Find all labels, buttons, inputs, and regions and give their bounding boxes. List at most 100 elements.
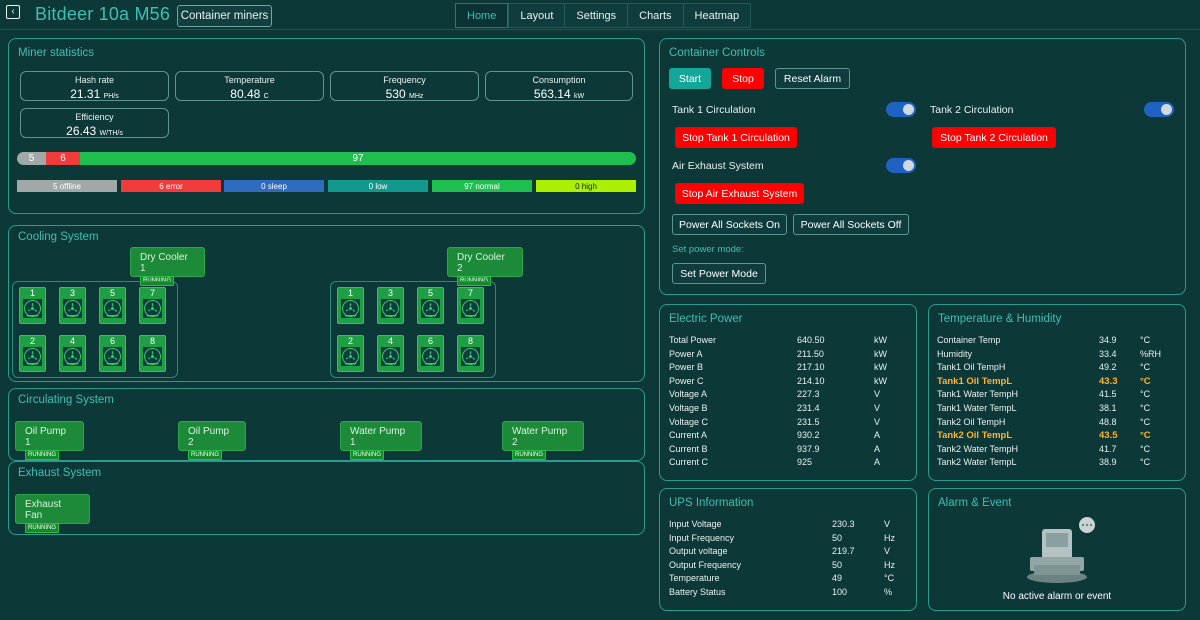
- exhaust-fan[interactable]: Exhaust Fan RUNNING: [15, 494, 90, 533]
- legend-sleep: 0 sleep: [224, 180, 324, 192]
- stop-air-exhaust-button[interactable]: Stop Air Exhaust System: [675, 183, 804, 204]
- fan-number: 6: [109, 336, 115, 346]
- row-unit: °C: [1140, 375, 1151, 387]
- oil-pump-2[interactable]: Oil Pump 2 RUNNING: [178, 421, 246, 460]
- panel-title: Electric Power: [669, 313, 743, 325]
- row-unit: °C: [1140, 416, 1151, 427]
- fan-unit[interactable]: 3: [377, 287, 404, 324]
- row-label: Tank2 Oil TempL: [937, 430, 1013, 442]
- legend-offline: 5 offline: [17, 180, 117, 192]
- dry-cooler-1[interactable]: Dry Cooler 1 RUNNING: [130, 247, 205, 286]
- tab-heatmap[interactable]: Heatmap: [682, 3, 752, 28]
- fan-icon: [143, 299, 162, 318]
- fan-number: 8: [467, 336, 473, 346]
- top-bar: ‹ Bitdeer 10a M56 Container miners Home …: [0, 0, 1200, 30]
- tab-settings[interactable]: Settings: [564, 3, 628, 28]
- fan-unit[interactable]: 8: [139, 335, 166, 372]
- row-unit: °C: [1140, 389, 1151, 400]
- row-value: 38.1: [1099, 403, 1117, 413]
- tank1-circulation-toggle[interactable]: [886, 102, 916, 117]
- fan-unit[interactable]: 7: [139, 287, 166, 324]
- no-alarm-illustration-icon: [1027, 517, 1095, 583]
- fan-unit[interactable]: 3: [59, 287, 86, 324]
- fan-number: 2: [29, 336, 35, 346]
- water-pump-1[interactable]: Water Pump 1 RUNNING: [340, 421, 422, 460]
- row-value: 38.9: [1099, 457, 1117, 468]
- row-unit: A: [874, 457, 881, 468]
- row-unit: °C: [1140, 335, 1151, 345]
- row-unit: °C: [1140, 457, 1151, 468]
- legend-normal: 97 normal: [432, 180, 532, 192]
- fan-icon: [23, 347, 42, 366]
- fan-unit[interactable]: 6: [417, 335, 444, 372]
- fan-icon: [143, 347, 162, 366]
- row-unit: °C: [1140, 443, 1151, 454]
- row-label: Power C: [669, 375, 704, 386]
- hash-rate-card: Hash rate 21.31 PH/s: [20, 71, 169, 101]
- fan-icon: [103, 347, 122, 366]
- row-unit: Hz: [884, 559, 895, 570]
- power-all-sockets-on-button[interactable]: Power All Sockets On: [672, 214, 787, 235]
- row-label: Tank1 Oil TempH: [937, 362, 1006, 373]
- tank2-circulation-toggle[interactable]: [1144, 102, 1174, 117]
- fan-unit[interactable]: 2: [337, 335, 364, 372]
- row-value: 219.7: [832, 546, 855, 557]
- row-value: 230.3: [832, 519, 855, 529]
- fan-number: 7: [149, 288, 155, 298]
- legend-high: 0 high: [536, 180, 636, 192]
- row-label: Humidity: [937, 348, 973, 359]
- oil-pump-1[interactable]: Oil Pump 1 RUNNING: [15, 421, 84, 460]
- container-miners-button[interactable]: Container miners: [177, 5, 272, 27]
- tab-home[interactable]: Home: [455, 3, 509, 28]
- row-label: Tank1 Water TempH: [937, 389, 1019, 400]
- fan-unit[interactable]: 5: [417, 287, 444, 324]
- row-unit: kW: [874, 335, 887, 345]
- tab-layout[interactable]: Layout: [508, 3, 565, 28]
- legend-error: 6 error: [121, 180, 221, 192]
- row-unit: kW: [874, 348, 887, 359]
- consumption-card: Consumption 563.14 kW: [485, 71, 633, 101]
- start-button[interactable]: Start: [669, 68, 711, 89]
- fan-unit[interactable]: 7: [457, 287, 484, 324]
- consumption-value: 563.14 kW: [533, 87, 585, 101]
- row-label: Current C: [669, 457, 709, 468]
- fan-unit[interactable]: 5: [99, 287, 126, 324]
- row-value: 50: [832, 532, 843, 543]
- back-icon[interactable]: ‹: [6, 5, 20, 19]
- water-pump-2[interactable]: Water Pump 2 RUNNING: [502, 421, 584, 460]
- reset-alarm-button[interactable]: Reset Alarm: [775, 68, 850, 89]
- power-all-sockets-off-button[interactable]: Power All Sockets Off: [793, 214, 909, 235]
- set-power-mode-button[interactable]: Set Power Mode: [672, 263, 766, 284]
- hash-rate-label: Hash rate: [74, 75, 115, 85]
- fan-icon: [381, 347, 400, 366]
- fan-unit[interactable]: 4: [59, 335, 86, 372]
- fan-unit[interactable]: 6: [99, 335, 126, 372]
- temperature-label: Temperature: [224, 75, 275, 85]
- tab-charts[interactable]: Charts: [627, 3, 683, 28]
- fan-unit[interactable]: 8: [457, 335, 484, 372]
- hash-rate-value: 21.31 PH/s: [70, 87, 119, 101]
- stop-tank1-circulation-button[interactable]: Stop Tank 1 Circulation: [675, 127, 797, 148]
- stop-button[interactable]: Stop: [722, 68, 764, 89]
- fan-icon: [421, 347, 440, 366]
- device-label: Dry Cooler 1: [140, 252, 188, 274]
- dry-cooler-2[interactable]: Dry Cooler 2 RUNNING: [447, 247, 523, 286]
- fan-unit[interactable]: 1: [337, 287, 364, 324]
- efficiency-card: Efficiency 26.43 W/TH/s: [20, 108, 169, 138]
- row-unit: A: [874, 430, 881, 441]
- fan-unit[interactable]: 1: [19, 287, 46, 324]
- air-exhaust-toggle[interactable]: [886, 158, 916, 173]
- temperature-card: Temperature 80.48 C: [175, 71, 324, 101]
- efficiency-value: 26.43 W/TH/s: [66, 124, 123, 138]
- stop-tank2-circulation-button[interactable]: Stop Tank 2 Circulation: [932, 127, 1056, 148]
- panel-title: Cooling System: [18, 231, 99, 243]
- device-label: Water Pump 1: [350, 426, 406, 448]
- exhaust-system-panel: Exhaust System: [8, 461, 645, 535]
- row-label: Voltage A: [669, 389, 708, 400]
- fan-icon: [461, 299, 480, 318]
- fan-unit[interactable]: 2: [19, 335, 46, 372]
- fan-number: 3: [387, 288, 393, 298]
- fan-unit[interactable]: 4: [377, 335, 404, 372]
- efficiency-label: Efficiency: [75, 112, 114, 122]
- row-label: Tank1 Oil TempL: [937, 375, 1013, 387]
